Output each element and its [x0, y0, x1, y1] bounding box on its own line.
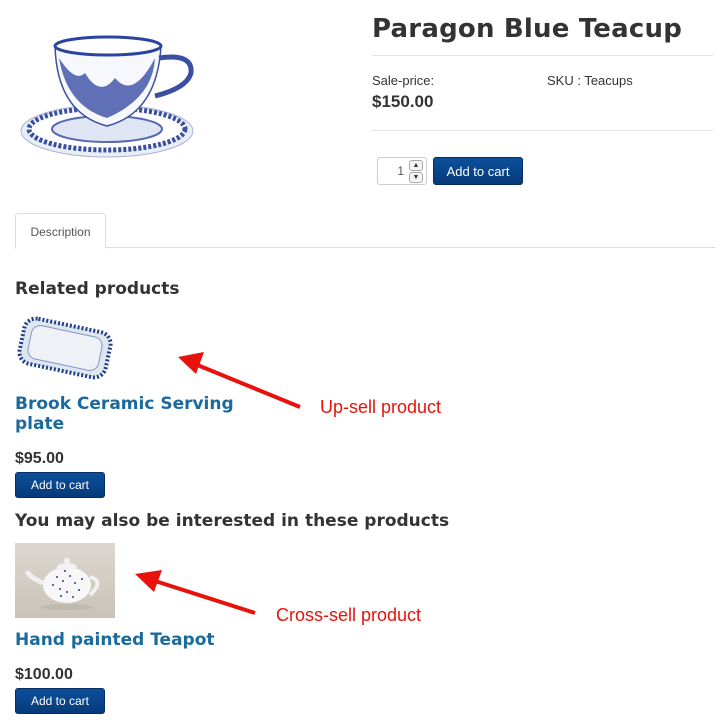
serving-plate-image[interactable]	[15, 311, 115, 386]
upsell-annotation: Up-sell product	[320, 397, 442, 417]
cross-sell-heading: You may also be interested in these prod…	[15, 511, 450, 531]
quantity-value[interactable]: 1	[378, 164, 404, 178]
product-price: $150.00	[372, 92, 434, 111]
cross-sell-add-to-cart-button[interactable]: Add to cart	[15, 688, 105, 714]
price-label: Sale-price:	[372, 73, 435, 88]
increment-icon[interactable]: ▲	[409, 160, 423, 171]
related-products-heading: Related products	[15, 279, 180, 299]
related-add-to-cart-button[interactable]: Add to cart	[15, 472, 105, 498]
cross-sell-product-price: $100.00	[15, 666, 73, 683]
teacup-image	[20, 35, 194, 158]
divider	[372, 55, 713, 56]
teapot-image[interactable]	[15, 543, 115, 618]
quantity-spinner[interactable]: ▲ ▼	[409, 160, 423, 183]
product-title: Paragon Blue Teacup	[372, 14, 683, 44]
product-sku: SKU : Teacups	[547, 73, 633, 88]
tab-bar	[15, 247, 715, 248]
related-product-name[interactable]: Brook Ceramic Serving plate	[15, 394, 255, 434]
cross-sell-product-name[interactable]: Hand painted Teapot	[15, 630, 255, 650]
decrement-icon[interactable]: ▼	[409, 172, 423, 183]
add-to-cart-button[interactable]: Add to cart	[433, 157, 523, 185]
crosssell-annotation: Cross-sell product	[276, 605, 422, 625]
quantity-stepper[interactable]: 1 ▲ ▼	[377, 157, 427, 185]
crosssell-arrow-icon	[135, 570, 256, 615]
tab-description[interactable]: Description	[15, 213, 106, 249]
related-product-price: $95.00	[15, 450, 64, 467]
divider	[372, 130, 713, 131]
